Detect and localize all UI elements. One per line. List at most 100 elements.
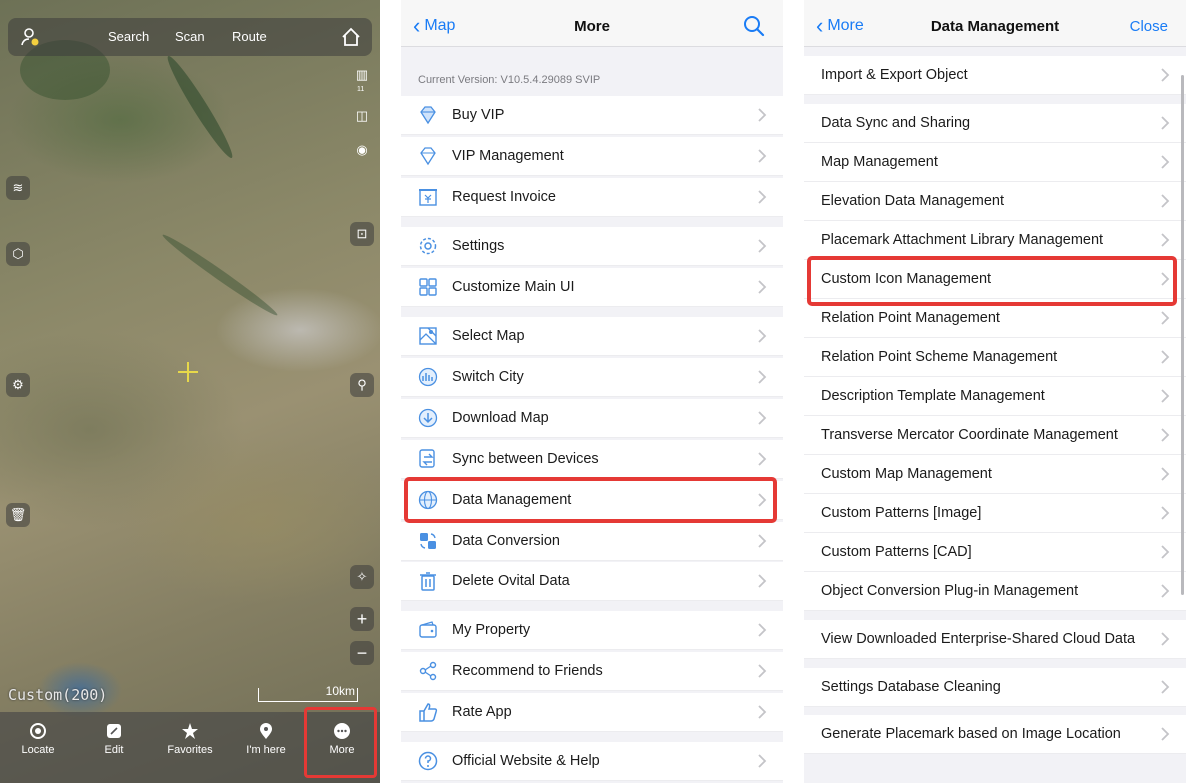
- layer-settings-icon[interactable]: ⚙: [6, 373, 30, 397]
- more-item-official-website-help[interactable]: Official Website & Help: [401, 742, 783, 781]
- tab-locate[interactable]: Locate: [8, 722, 68, 756]
- more-item-customize-main-ui[interactable]: Customize Main UI: [401, 268, 783, 307]
- star-icon: [182, 723, 198, 739]
- chevron-right-icon: [1161, 311, 1170, 325]
- more-item-switch-city[interactable]: Switch City: [401, 358, 783, 397]
- data-item-custom-patterns-cad[interactable]: Custom Patterns [CAD]: [804, 533, 1186, 572]
- chevron-right-icon: [758, 370, 767, 384]
- data-item-custom-patterns-image[interactable]: Custom Patterns [Image]: [804, 494, 1186, 533]
- pin-icon: [260, 723, 272, 739]
- search-tab[interactable]: Search: [108, 29, 149, 44]
- data-item-import-export-object[interactable]: Import & Export Object: [804, 56, 1186, 95]
- locate-icon: [30, 723, 46, 739]
- more-highlight-box: [304, 707, 377, 778]
- page-title: More: [574, 18, 610, 35]
- more-item-delete-ovital-data[interactable]: Delete Ovital Data: [401, 562, 783, 601]
- more-item-label: Official Website & Help: [452, 753, 600, 769]
- screenshot-icon[interactable]: ⊡: [350, 222, 374, 246]
- location-pin-icon[interactable]: ⚲: [350, 373, 374, 397]
- zoom-out-icon[interactable]: −: [350, 641, 374, 665]
- gps-track-icon[interactable]: ≋: [6, 176, 30, 200]
- chevron-right-icon: [1161, 506, 1170, 520]
- compass-icon[interactable]: ✧: [350, 565, 374, 589]
- data-item-generate-placemark-based-on-image-location[interactable]: Generate Placemark based on Image Locati…: [804, 715, 1186, 754]
- chevron-right-icon: [1161, 632, 1170, 646]
- data-item-description-template-management[interactable]: Description Template Management: [804, 377, 1186, 416]
- more-item-select-map[interactable]: Select Map: [401, 317, 783, 356]
- more-item-settings[interactable]: Settings: [401, 227, 783, 266]
- data-item-placemark-attachment-library-management[interactable]: Placemark Attachment Library Management: [804, 221, 1186, 260]
- data-item-custom-map-management[interactable]: Custom Map Management: [804, 455, 1186, 494]
- crosshair-icon: [178, 362, 198, 382]
- more-item-buy-vip[interactable]: Buy VIP: [401, 96, 783, 135]
- more-item-vip-management[interactable]: VIP Management: [401, 137, 783, 176]
- data-item-elevation-data-management[interactable]: Elevation Data Management: [804, 182, 1186, 221]
- chevron-left-icon: ‹: [816, 13, 824, 38]
- trash-icon[interactable]: 🗑: [6, 503, 30, 527]
- map-terrain: [162, 52, 238, 162]
- chevron-right-icon: [758, 623, 767, 637]
- more-item-download-map[interactable]: Download Map: [401, 399, 783, 438]
- scrollbar[interactable]: [1181, 75, 1184, 595]
- data-item-label: Settings Database Cleaning: [821, 679, 1001, 695]
- home-icon[interactable]: [340, 26, 362, 48]
- measure-icon[interactable]: ◫: [350, 104, 374, 128]
- map-icon: [419, 327, 437, 345]
- map-layers-icon[interactable]: ▥: [350, 63, 374, 87]
- chevron-right-icon: [1161, 545, 1170, 559]
- back-button[interactable]: ‹ Map: [413, 13, 455, 38]
- user-icon[interactable]: [20, 27, 40, 47]
- tab-im-here[interactable]: I'm here: [236, 722, 296, 756]
- chevron-right-icon: [1161, 350, 1170, 364]
- data-item-label: Data Sync and Sharing: [821, 115, 971, 131]
- chevron-right-icon: [758, 108, 767, 122]
- city-icon: [418, 367, 438, 387]
- data-item-settings-database-cleaning[interactable]: Settings Database Cleaning: [804, 668, 1186, 707]
- more-item-sync-between-devices[interactable]: Sync between Devices: [401, 440, 783, 479]
- close-button[interactable]: Close: [1130, 18, 1168, 35]
- map-scale-label: 10km: [325, 684, 355, 698]
- custom-icon-management-highlight-box: [807, 256, 1177, 306]
- search-icon[interactable]: [743, 15, 765, 37]
- more-item-recommend-to-friends[interactable]: Recommend to Friends: [401, 652, 783, 691]
- more-item-my-property[interactable]: My Property: [401, 611, 783, 650]
- data-item-label: Object Conversion Plug-in Management: [821, 583, 1079, 599]
- thumbs-up-icon: [419, 703, 438, 722]
- chevron-right-icon: [1161, 68, 1170, 82]
- zoom-in-icon[interactable]: +: [350, 607, 374, 631]
- map-top-bar: Search Scan Route: [8, 18, 372, 56]
- edit-icon: [107, 724, 121, 738]
- tab-edit[interactable]: Edit: [84, 722, 144, 756]
- data-item-relation-point-scheme-management[interactable]: Relation Point Scheme Management: [804, 338, 1186, 377]
- scan-tab[interactable]: Scan: [175, 29, 205, 44]
- data-item-label: Custom Patterns [Image]: [821, 505, 982, 521]
- tab-label: Locate: [21, 744, 55, 756]
- data-item-label: Import & Export Object: [821, 67, 968, 83]
- data-item-view-downloaded-enterprise-shared-cloud-data[interactable]: View Downloaded Enterprise-Shared Cloud …: [804, 620, 1186, 659]
- route-tab[interactable]: Route: [232, 29, 267, 44]
- more-item-request-invoice[interactable]: Request Invoice: [401, 178, 783, 217]
- camera-icon[interactable]: ◉: [350, 138, 374, 162]
- more-screen: ‹ Map More Current Version: V10.5.4.2908…: [401, 0, 783, 783]
- data-item-label: Relation Point Scheme Management: [821, 349, 1058, 365]
- tab-favorites[interactable]: Favorites: [160, 722, 220, 756]
- chevron-right-icon: [758, 452, 767, 466]
- more-item-label: Switch City: [452, 369, 524, 385]
- data-item-transverse-mercator-coordinate-management[interactable]: Transverse Mercator Coordinate Managemen…: [804, 416, 1186, 455]
- chevron-right-icon: [1161, 467, 1170, 481]
- map-view[interactable]: Search Scan Route ▥ 11 ◫ ◉ ⊡ ⚲ ✧ + − ≋ ⬡…: [0, 0, 380, 783]
- data-item-data-sync-and-sharing[interactable]: Data Sync and Sharing: [804, 104, 1186, 143]
- tab-label: I'm here: [246, 744, 286, 756]
- more-item-data-conversion[interactable]: Data Conversion: [401, 522, 783, 561]
- more-item-rate-app[interactable]: Rate App: [401, 693, 783, 732]
- chevron-right-icon: [758, 329, 767, 343]
- back-button[interactable]: ‹ More: [816, 13, 864, 38]
- map-source-label: Custom(200): [8, 686, 108, 704]
- data-item-map-management[interactable]: Map Management: [804, 143, 1186, 182]
- more-item-label: Rate App: [452, 704, 512, 720]
- data-item-label: Transverse Mercator Coordinate Managemen…: [821, 427, 1118, 443]
- more-item-label: Data Conversion: [452, 533, 560, 549]
- 3d-cube-icon[interactable]: ⬡: [6, 242, 30, 266]
- data-item-object-conversion-plug-in-management[interactable]: Object Conversion Plug-in Management: [804, 572, 1186, 611]
- chevron-left-icon: ‹: [413, 13, 421, 38]
